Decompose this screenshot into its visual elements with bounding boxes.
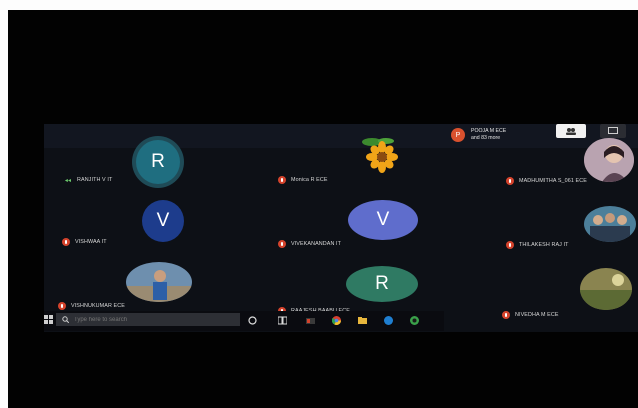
file-explorer-icon[interactable] (358, 316, 367, 325)
participant-name: MADHUMITHA S_061 ECE (519, 178, 587, 184)
store-icon[interactable] (410, 316, 419, 325)
participant-tile-label: THILAKESH RAJ IT (506, 241, 569, 249)
participant-name: POOJA M ECE (471, 128, 507, 134)
participant-tile-label: VISHWAA IT (62, 238, 107, 246)
mic-muted-icon (506, 241, 514, 249)
mic-muted-icon (278, 240, 286, 248)
participant-tile-label: NIVEDHA M ECE (502, 311, 559, 319)
participant-photo (584, 206, 636, 242)
task-manager-icon[interactable] (306, 316, 315, 325)
more-participants-chip[interactable]: P POOJA M ECE and 83 more (451, 124, 571, 146)
windows-taskbar (44, 311, 444, 331)
mic-muted-icon (58, 302, 66, 310)
participants-button[interactable] (556, 124, 586, 138)
meeting-screen: P POOJA M ECE and 83 more R ◂◂ RANJITH V… (44, 124, 638, 332)
more-count: and 83 more (471, 135, 501, 141)
edge-icon[interactable] (384, 316, 393, 325)
participant-tile-label: VISHNUKUMAR ECE (58, 302, 125, 310)
participant-tile-label: MADHUMITHA S_061 ECE (506, 177, 587, 185)
participant-photo (580, 268, 632, 310)
avatar: R (136, 140, 180, 184)
participant-name: VISHNUKUMAR ECE (71, 303, 125, 309)
participant-avatar: P (451, 128, 465, 142)
chat-button[interactable] (600, 124, 626, 138)
mic-on-icon: ◂◂ (64, 177, 72, 184)
participant-tile-label: ◂◂ RANJITH V IT (64, 176, 112, 184)
participant-name: Monica R ECE (291, 177, 328, 183)
taskbar-search-input[interactable] (74, 316, 224, 323)
participant-name: VISHWAA IT (75, 239, 107, 245)
participants-icon (566, 128, 576, 135)
participant-name: VIVEKANANDAN IT (291, 241, 342, 247)
participant-tile-label: Monica R ECE (278, 176, 328, 184)
search-icon (62, 316, 69, 323)
avatar: V (142, 200, 184, 242)
taskbar-search-box[interactable] (56, 313, 240, 326)
participant-name: THILAKESH RAJ IT (519, 242, 569, 248)
mic-muted-icon (506, 177, 514, 185)
cortana-icon[interactable] (248, 316, 257, 325)
avatar: R (346, 266, 418, 302)
chat-icon (608, 127, 618, 134)
mic-muted-icon (278, 176, 286, 184)
sunflower-picture (358, 136, 404, 176)
chrome-icon[interactable] (332, 316, 341, 325)
participant-name: NIVEDHA M ECE (515, 312, 559, 318)
participant-photo (126, 262, 192, 302)
mic-muted-icon (502, 311, 510, 319)
task-view-icon[interactable] (278, 316, 287, 325)
participant-name: RANJITH V IT (77, 177, 113, 183)
windows-icon[interactable] (44, 315, 53, 324)
participant-tile-label: VIVEKANANDAN IT (278, 240, 341, 248)
avatar: V (348, 200, 418, 240)
mic-muted-icon (62, 238, 70, 246)
participant-photo (584, 138, 634, 182)
